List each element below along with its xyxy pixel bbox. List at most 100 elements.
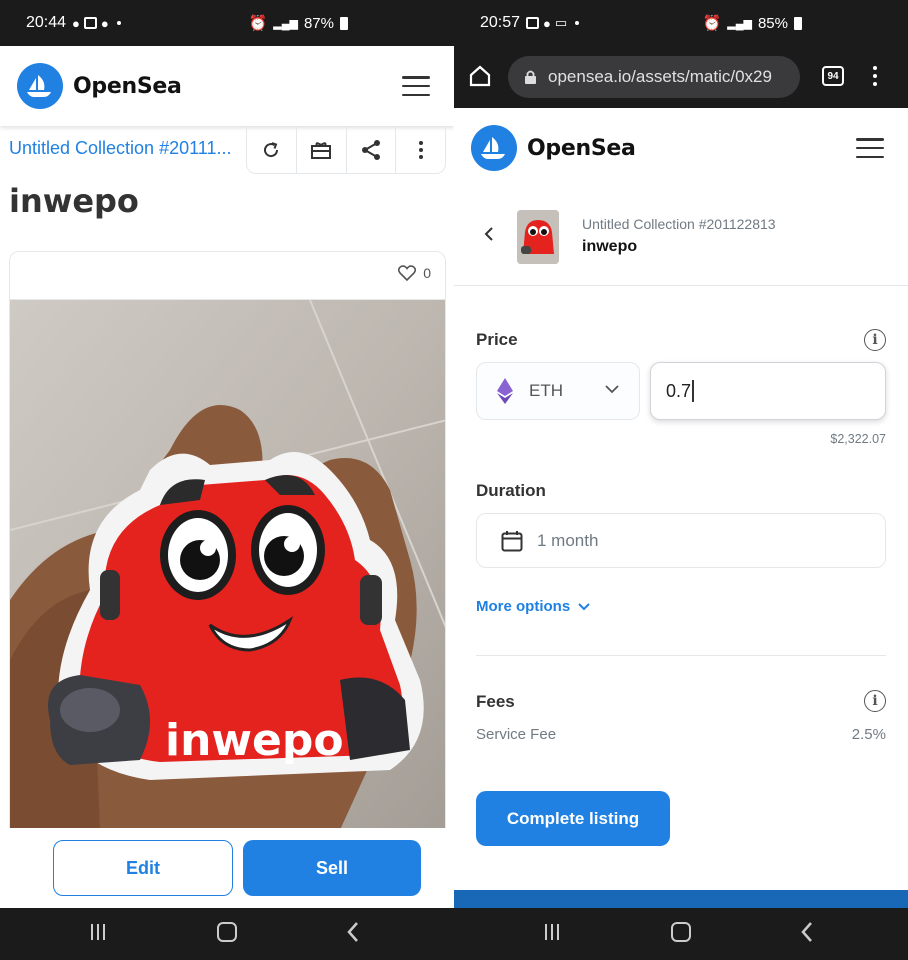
facebook-icon: ●: [100, 15, 109, 31]
battery-icon: [794, 16, 802, 30]
collection-row: Untitled Collection #20111...: [0, 126, 454, 174]
favorite-button[interactable]: 0: [398, 265, 431, 281]
opensea-logo-icon[interactable]: [17, 63, 63, 109]
brand-name[interactable]: OpenSea: [527, 136, 636, 161]
back-icon[interactable]: [346, 921, 360, 943]
gallery-icon: [526, 17, 540, 29]
service-fee-label: Service Fee: [476, 726, 557, 743]
wifi-signal-icon: ▂▄▆: [273, 17, 298, 30]
lock-icon: [525, 70, 536, 84]
menu-icon[interactable]: [856, 138, 884, 158]
heart-icon: [398, 265, 417, 281]
browser-menu-icon[interactable]: [872, 66, 878, 86]
divider: [476, 655, 886, 656]
gift-icon: [311, 142, 332, 159]
battery-level: 87%: [303, 14, 334, 32]
asset-actions: [246, 126, 446, 174]
collection-name[interactable]: Untitled Collection #201122813: [582, 216, 776, 232]
edit-button[interactable]: Edit: [53, 840, 233, 896]
back-chevron-icon[interactable]: [484, 226, 494, 242]
price-info-icon[interactable]: i: [864, 329, 886, 351]
currency-label: ETH: [529, 381, 563, 400]
left-screen: 20:44 ● ● ⏰ ▂▄▆ 87% OpenSea Untitled Col…: [0, 0, 454, 960]
complete-listing-button[interactable]: Complete listing: [476, 791, 670, 846]
more-notifications-icon: [116, 21, 121, 25]
duration-value: 1 month: [537, 530, 599, 550]
notification-icons: ● ●: [72, 16, 121, 31]
notification-icons: ● ▭: [526, 15, 580, 31]
url-text: opensea.io/assets/matic/0x29: [548, 67, 772, 86]
battery-icon: [340, 16, 348, 30]
system-icons: ⏰ ▂▄▆ 85%: [703, 14, 802, 32]
whatsapp-icon: ●: [543, 15, 551, 31]
duration-label: Duration: [476, 481, 546, 500]
home-icon[interactable]: [671, 922, 691, 942]
more-options-toggle[interactable]: More options: [476, 598, 590, 615]
right-screen: 20:57 ● ▭ ⏰ ▂▄▆ 85% opensea.io/assets/ma…: [454, 0, 908, 960]
price-label: Price: [476, 330, 518, 349]
address-bar[interactable]: opensea.io/assets/matic/0x29: [508, 56, 800, 98]
asset-image[interactable]: inwepo: [10, 299, 445, 830]
price-input[interactable]: 0.7: [650, 362, 886, 420]
back-icon[interactable]: [800, 921, 814, 943]
system-icons: ⏰ ▂▄▆ 87%: [249, 14, 348, 32]
status-bar: 20:57 ● ▭ ⏰ ▂▄▆ 85%: [454, 0, 908, 46]
fees-label: Fees: [476, 692, 515, 711]
menu-icon[interactable]: [402, 76, 430, 96]
currency-select[interactable]: ETH: [476, 362, 640, 420]
tab-switcher-button[interactable]: 94: [822, 66, 844, 86]
opensea-logo-icon[interactable]: [471, 125, 517, 171]
opensea-header: OpenSea: [0, 46, 454, 126]
card-header: 0: [10, 252, 445, 300]
browser-home-icon[interactable]: [468, 64, 492, 88]
price-value: 0.7: [666, 380, 692, 401]
alarm-icon: ⏰: [702, 15, 722, 32]
status-time: 20:57: [480, 14, 521, 31]
owner-actions: Edit Sell: [0, 828, 454, 908]
gallery-icon: [83, 17, 97, 29]
status-bar: 20:44 ● ● ⏰ ▂▄▆ 87%: [0, 0, 454, 46]
more-notifications-icon: [575, 21, 580, 25]
ethereum-icon: [497, 378, 513, 404]
brand-name[interactable]: OpenSea: [73, 74, 182, 99]
sticker-text: inwepo: [165, 715, 344, 766]
more-options-label: More options: [476, 598, 571, 615]
favorite-count: 0: [423, 265, 431, 281]
footer-strip: [454, 890, 908, 908]
more-vertical-icon: [418, 141, 423, 159]
android-nav-bar: [0, 908, 454, 960]
refresh-button[interactable]: [247, 127, 297, 173]
listing-asset-header: Untitled Collection #201122813 inwepo: [454, 188, 908, 286]
battery-level: 85%: [757, 14, 788, 32]
asset-title: inwepo: [9, 182, 139, 220]
chevron-down-icon: [605, 385, 619, 394]
recent-apps-icon[interactable]: [88, 922, 108, 942]
laptop-icon: ▭: [554, 15, 568, 30]
opensea-header: OpenSea: [454, 108, 908, 188]
wifi-signal-icon: ▂▄▆: [727, 17, 752, 30]
android-nav-bar: [454, 908, 908, 960]
usd-equivalent: $2,322.07: [830, 432, 886, 446]
home-icon[interactable]: [217, 922, 237, 942]
alarm-icon: ⏰: [248, 15, 268, 32]
share-button[interactable]: [347, 127, 397, 173]
asset-name: inwepo: [582, 238, 638, 255]
calendar-icon: [501, 530, 523, 551]
text-caret: [692, 380, 694, 402]
refresh-icon: [264, 142, 279, 158]
recent-apps-icon[interactable]: [542, 922, 562, 942]
chevron-down-icon: [578, 602, 590, 610]
transfer-button[interactable]: [297, 127, 347, 173]
more-button[interactable]: [396, 127, 445, 173]
service-fee-value: 2.5%: [851, 726, 886, 743]
collection-link[interactable]: Untitled Collection #20111...: [9, 138, 241, 159]
asset-card: 0 inwepo: [9, 251, 446, 841]
asset-thumbnail: [517, 210, 559, 264]
whatsapp-icon: ●: [72, 15, 80, 31]
duration-select[interactable]: 1 month: [476, 513, 886, 568]
sell-button[interactable]: Sell: [243, 840, 421, 896]
browser-toolbar: opensea.io/assets/matic/0x29 94: [454, 46, 908, 108]
share-icon: [361, 140, 380, 160]
fees-info-icon[interactable]: i: [864, 690, 886, 712]
status-time: 20:44: [26, 14, 67, 31]
